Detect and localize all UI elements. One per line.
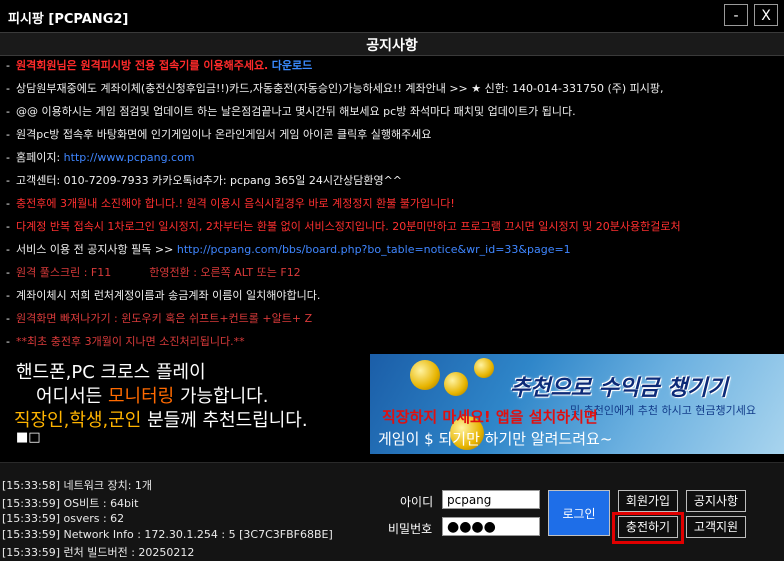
coin-icon [410,360,440,390]
notice-line-11: - 계좌이체시 저희 런처계정이름과 송금계좌 이름이 일치해야합니다. [6,285,320,307]
bullet-dash: - [6,82,10,95]
promo-text: 분들께 추천드립니다. [141,410,308,431]
promo-square-mark: ■□ [16,430,41,445]
minimize-button[interactable]: - [724,4,748,26]
bullet-dash: - [6,105,10,118]
promo-panel: 핸드폰,PC 크로스 플레이 어디서든 모니터링 가능합니다. 직장인,학생,군… [0,354,370,454]
notice-line-10: - 원격 풀스크린 : F11 한영전환 : 오른쪽 ALT 또는 F12 [6,262,301,284]
promo-line-2: 어디서든 모니터링 가능합니다. [36,382,268,408]
password-label: 비밀번호 [388,522,433,536]
banner-title: 추천으로 수익금 챙기기 [510,376,728,401]
promo-highlight: 모니터링 [107,386,175,407]
notice-line-3: - @@ 이용하시는 게임 점검및 업데이트 하는 날은점검끝나고 몇시간뒤 해보… [6,101,576,123]
notice-line-13: - **최초 충전후 3개월이 지나면 소진처리됩니다.** [6,331,245,353]
log-line: [15:33:59] OS비트 : 64bit [2,497,139,510]
notice-text: 계좌이체시 저희 런처계정이름과 송금계좌 이름이 일치해야합니다. [15,289,321,302]
signup-button[interactable]: 회원가입 [618,490,678,512]
notice-text: @@ 이용하시는 게임 점검및 업데이트 하는 날은점검끝나고 몇시간뒤 해보세… [15,105,576,118]
promo-text: 가능합니다. [174,386,269,407]
notice-board-link[interactable]: http://pcpang.com/bbs/board.php?bo_table… [177,243,571,256]
notice-title: 공지사항 [366,38,418,54]
notice-button[interactable]: 공지사항 [686,490,746,512]
promo-line-3: 직장인,학생,군인 분들께 추천드립니다. [14,406,308,432]
notice-text: 고객센터: 010-7209-7933 카카오톡id추가: pcpang 365… [15,174,403,187]
log-line: [15:33:59] osvers : 62 [2,512,125,525]
referral-banner[interactable]: 추천으로 수익금 챙기기 및 추천인에게 추천 하시고 현금챙기세요 직장하지 … [370,354,784,454]
bullet-dash: - [6,243,10,256]
notice-text: 서비스 이용 전 공지사항 필독 >> [15,243,177,256]
banner-subtitle: 및 추천인에게 추천 하시고 현금챙기세요 [570,404,757,417]
title-bar: 피시팡 [PCPANG2] - X [0,0,784,32]
promo-highlight: 직장인,학생,군인 [14,410,142,431]
banner-caption-1: 직장하지 마세요! 앱을 설치하시면 [382,408,598,426]
bullet-dash: - [6,59,10,72]
notice-text: 원격회원님은 원격피시방 전용 접속기를 이용해주세요. [15,59,269,72]
notice-line-9: - 서비스 이용 전 공지사항 필독 >> http://pcpang.com/b… [6,239,571,261]
notice-text-extra: 한영전환 : 오른쪽 ALT 또는 F12 [149,266,301,279]
bullet-dash: - [6,266,10,279]
notice-text: 원격화면 빠져나가기 : 윈도우키 혹은 쉬프트+컨트롤 +알트+ Z [15,312,313,325]
log-line: [15:33:59] Network Info : 172.30.1.254 :… [2,528,333,541]
download-link[interactable]: 다운로드 [272,59,312,72]
notice-line-4: - 원격pc방 접속후 바탕화면에 인기게임이나 온라인게임서 게임 아이콘 클릭… [6,124,431,146]
password-field[interactable]: ●●●● [442,517,540,536]
notice-line-8: - 다계정 반복 접속시 1차로그인 일시정지, 2차부터는 환불 없이 서비스정… [6,216,681,238]
coin-icon [444,372,468,396]
notice-line-12: - 원격화면 빠져나가기 : 윈도우키 혹은 쉬프트+컨트롤 +알트+ Z [6,308,312,330]
close-button[interactable]: X [754,4,778,26]
bullet-dash: - [6,151,10,164]
bullet-dash: - [6,197,10,210]
support-button[interactable]: 고객지원 [686,516,746,538]
bullet-dash: - [6,289,10,302]
log-line: [15:33:58] 네트워크 장치: 1개 [2,479,153,492]
app-title: 피시팡 [PCPANG2] [8,12,129,27]
notice-header: 공지사항 [0,32,784,56]
log-line: [15:33:59] 런처 빌드버전 : 20250212 [2,546,195,559]
notice-text: 홈페이지: [15,151,64,164]
notice-text: 다계정 반복 접속시 1차로그인 일시정지, 2차부터는 환불 없이 서비스정지… [15,220,681,233]
promo-text: 어디서든 [36,386,108,407]
login-button[interactable]: 로그인 [548,490,610,536]
bullet-dash: - [6,220,10,233]
notice-line-2: - 상담원부재중에도 계좌이체(충전신청후입금!!)카드,자동충전(자동승인)가능… [6,78,664,100]
banner-caption-2: 게임이 $ 되기만 하기만 알려드려요~ [378,430,613,448]
notice-text: 상담원부재중에도 계좌이체(충전신청후입금!!)카드,자동충전(자동승인)가능하… [15,82,664,95]
homepage-link[interactable]: http://www.pcpang.com [64,151,195,164]
notice-line-7: - 충전후에 3개월내 소진해야 합니다.! 원격 이용시 음식시킬경우 바로 계… [6,193,455,215]
bullet-dash: - [6,335,10,348]
notice-text: **최초 충전후 3개월이 지나면 소진처리됩니다.** [15,335,245,348]
bullet-dash: - [6,128,10,141]
notice-list[interactable]: - 원격회원님은 원격피시방 전용 접속기를 이용해주세요. 다운로드 - 상담원부… [0,55,784,353]
promo-line-1: 핸드폰,PC 크로스 플레이 [16,362,206,383]
charge-button-highlight [612,512,684,544]
notice-line-6: - 고객센터: 010-7209-7933 카카오톡id추가: pcpang 36… [6,170,402,192]
notice-line-1: - 원격회원님은 원격피시방 전용 접속기를 이용해주세요. 다운로드 [6,55,312,77]
bullet-dash: - [6,312,10,325]
id-field[interactable]: pcpang [442,490,540,509]
bullet-dash: - [6,174,10,187]
id-label: 아이디 [400,495,434,509]
notice-text: 충전후에 3개월내 소진해야 합니다.! 원격 이용시 음식시킬경우 바로 계정… [15,197,455,210]
notice-line-5: - 홈페이지: http://www.pcpang.com [6,147,195,169]
coin-icon [474,358,494,378]
notice-text: 원격 풀스크린 : F11 [15,266,112,279]
notice-text: 원격pc방 접속후 바탕화면에 인기게임이나 온라인게임서 게임 아이콘 클릭후… [15,128,432,141]
